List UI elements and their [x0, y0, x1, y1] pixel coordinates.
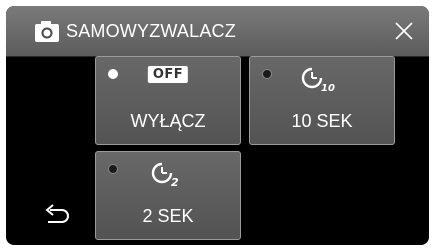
screen: SAMOWYZWALACZ OFF WYŁĄCZ 10 10 SEK 2 2 S…	[0, 0, 435, 251]
svg-text:10: 10	[321, 83, 335, 94]
off-icon: OFF	[147, 66, 189, 83]
svg-text:2: 2	[171, 176, 179, 189]
unselected-indicator	[108, 164, 118, 174]
header-bar: SAMOWYZWALACZ	[6, 6, 429, 57]
option-off-button[interactable]: OFF WYŁĄCZ	[95, 56, 241, 145]
close-icon[interactable]	[389, 16, 419, 46]
option-10-sec-button[interactable]: 10 10 SEK	[249, 56, 395, 145]
option-label: 10 SEK	[291, 111, 353, 131]
page-title: SAMOWYZWALACZ	[66, 21, 236, 41]
option-2-sec-button[interactable]: 2 2 SEK	[95, 151, 241, 240]
option-label: WYŁĄCZ	[130, 111, 206, 131]
self-timer-10-icon: 10	[301, 67, 335, 94]
camera-icon	[35, 21, 59, 42]
back-arrow-icon[interactable]	[42, 202, 72, 228]
selected-indicator	[108, 69, 118, 79]
self-timer-2-icon: 2	[151, 162, 179, 189]
unselected-indicator	[262, 69, 272, 79]
option-label: 2 SEK	[142, 206, 194, 226]
self-timer-panel: SAMOWYZWALACZ OFF WYŁĄCZ 10 10 SEK 2 2 S…	[6, 6, 429, 245]
